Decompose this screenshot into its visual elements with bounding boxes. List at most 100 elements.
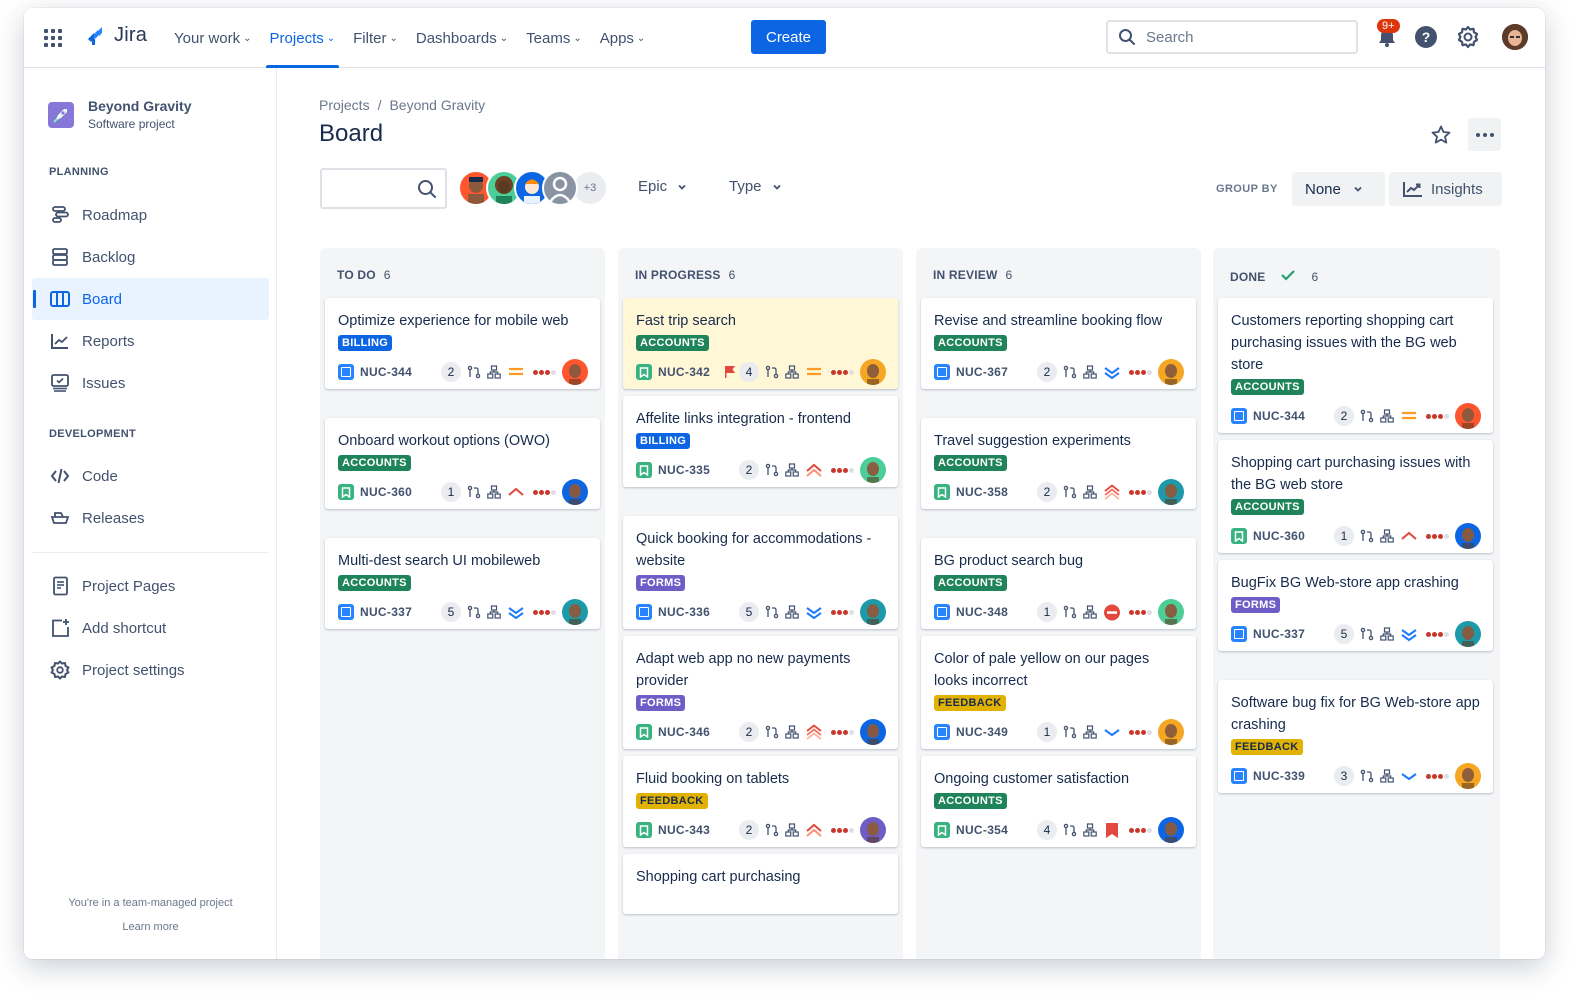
epic-label[interactable]: ACCOUNTS [934,793,1007,809]
sidebar-item-project-settings[interactable]: Project settings [32,649,269,691]
assignee-avatar[interactable] [562,479,588,505]
assignee-avatar[interactable] [860,599,886,625]
global-search-input[interactable]: Search [1106,20,1358,54]
issue-card[interactable]: Quick booking for accommodations - websi… [623,516,898,629]
epic-label[interactable]: FEEDBACK [1231,739,1303,755]
issue-key[interactable]: NUC-348 [956,605,1008,619]
issue-key[interactable]: NUC-360 [360,485,412,499]
issue-card[interactable]: Onboard workout options (OWO) ACCOUNTS NUC… [325,418,600,509]
profile-avatar[interactable] [1502,24,1528,50]
issue-card[interactable]: Optimize experience for mobile web BILLIN… [325,298,600,389]
sidebar-item-add-shortcut[interactable]: Add shortcut [32,607,269,649]
issue-card[interactable]: Customers reporting shopping cart purcha… [1218,298,1493,433]
assignee-avatar[interactable] [860,457,886,483]
nav-teams[interactable]: Teams ⌄ [522,8,586,68]
type-filter-dropdown[interactable]: Type [729,178,782,195]
project-header[interactable]: Beyond Gravity Software project [48,98,191,131]
issue-card[interactable]: Adapt web app no new payments provider FO… [623,636,898,749]
assignee-avatar[interactable] [1455,523,1481,549]
issue-card[interactable]: Color of pale yellow on our pages looks … [921,636,1196,749]
epic-label[interactable]: ACCOUNTS [338,575,411,591]
epic-label[interactable]: BILLING [636,433,691,449]
jira-logo[interactable]: Jira [86,24,147,47]
breadcrumb-projects[interactable]: Projects [319,97,370,113]
settings-gear-icon[interactable] [1456,25,1480,49]
issue-key[interactable]: NUC-358 [956,485,1008,499]
epic-filter-dropdown[interactable]: Epic [638,178,687,195]
issue-card[interactable]: Affelite links integration - frontend BIL… [623,396,898,487]
assignee-avatar[interactable] [860,359,886,385]
nav-dashboards[interactable]: Dashboards ⌄ [412,8,512,68]
app-switcher-icon[interactable] [44,29,62,47]
assignee-avatar[interactable] [1158,479,1184,505]
epic-label[interactable]: FORMS [1231,597,1281,613]
sidebar-item-roadmap[interactable]: Roadmap [32,194,269,236]
issue-key[interactable]: NUC-337 [1253,627,1305,641]
epic-label[interactable]: FEEDBACK [934,695,1006,711]
epic-label[interactable]: ACCOUNTS [338,455,411,471]
issue-key[interactable]: NUC-339 [1253,769,1305,783]
issue-key[interactable]: NUC-344 [360,365,412,379]
board-search-input[interactable] [320,168,447,209]
epic-label[interactable]: ACCOUNTS [636,335,709,351]
issue-card[interactable]: Shopping cart purchasing issues with the… [1218,440,1493,553]
assignee-avatar[interactable] [860,719,886,745]
learn-more-link[interactable]: Learn more [24,921,277,933]
sidebar-item-code[interactable]: Code [32,455,269,497]
create-button[interactable]: Create [751,20,826,54]
issue-key[interactable]: NUC-344 [1253,409,1305,423]
sidebar-item-issues[interactable]: Issues [32,362,269,404]
epic-label[interactable]: ACCOUNTS [1231,499,1304,515]
assignee-avatar[interactable] [562,599,588,625]
sidebar-item-board[interactable]: Board [32,278,269,320]
assignee-avatar[interactable] [1158,817,1184,843]
epic-label[interactable]: FORMS [636,575,686,591]
star-icon[interactable] [1430,124,1452,146]
sidebar-item-releases[interactable]: Releases [32,497,269,539]
assignee-avatar[interactable] [1158,719,1184,745]
issue-key[interactable]: NUC-336 [658,605,710,619]
assignee-avatar[interactable] [860,817,886,843]
sidebar-item-project-pages[interactable]: Project Pages [32,565,269,607]
more-assignees-button[interactable]: +3 [574,172,606,204]
issue-card[interactable]: Travel suggestion experiments ACCOUNTS NUC… [921,418,1196,509]
issue-key[interactable]: NUC-354 [956,823,1008,837]
issue-key[interactable]: NUC-346 [658,725,710,739]
issue-key[interactable]: NUC-342 [658,365,710,379]
issue-card[interactable]: BG product search bug ACCOUNTS NUC-348 1 [921,538,1196,629]
issue-card[interactable]: Shopping cart purchasing [623,854,898,914]
assignee-avatar[interactable] [1455,403,1481,429]
issue-key[interactable]: NUC-335 [658,463,710,477]
issue-key[interactable]: NUC-360 [1253,529,1305,543]
issue-card[interactable]: Ongoing customer satisfaction ACCOUNTS NUC… [921,756,1196,847]
issue-key[interactable]: NUC-349 [956,725,1008,739]
issue-card[interactable]: BugFix BG Web-store app crashing FORMS NUC… [1218,560,1493,651]
issue-key[interactable]: NUC-337 [360,605,412,619]
assignee-avatar[interactable] [1158,359,1184,385]
insights-button[interactable]: Insights [1389,172,1502,206]
issue-card[interactable]: Multi-dest search UI mobileweb ACCOUNTS NU… [325,538,600,629]
assignee-avatar[interactable] [1455,621,1481,647]
issue-card[interactable]: Fluid booking on tablets FEEDBACK NUC-343 2 [623,756,898,847]
sidebar-item-backlog[interactable]: Backlog [32,236,269,278]
issue-key[interactable]: NUC-343 [658,823,710,837]
breadcrumb-project[interactable]: Beyond Gravity [389,97,485,113]
more-actions-button[interactable] [1468,118,1501,151]
issue-key[interactable]: NUC-367 [956,365,1008,379]
sidebar-item-reports[interactable]: Reports [32,320,269,362]
epic-label[interactable]: ACCOUNTS [1231,379,1304,395]
nav-filter[interactable]: Filter ⌄ [349,8,402,68]
epic-label[interactable]: BILLING [338,335,393,351]
nav-projects[interactable]: Projects ⌄ [265,8,340,68]
assignee-avatar[interactable] [1158,599,1184,625]
group-by-dropdown[interactable]: None [1292,172,1385,206]
assignee-avatar[interactable] [542,170,578,206]
epic-label[interactable]: FEEDBACK [636,793,708,809]
help-icon[interactable]: ? [1415,26,1437,48]
assignee-avatar[interactable] [1455,763,1481,789]
assignee-avatar[interactable] [562,359,588,385]
issue-card[interactable]: Fast trip search ACCOUNTS NUC-342 4 [623,298,898,389]
issue-card[interactable]: Revise and streamline booking flow ACCOUN… [921,298,1196,389]
epic-label[interactable]: ACCOUNTS [934,335,1007,351]
epic-label[interactable]: ACCOUNTS [934,455,1007,471]
